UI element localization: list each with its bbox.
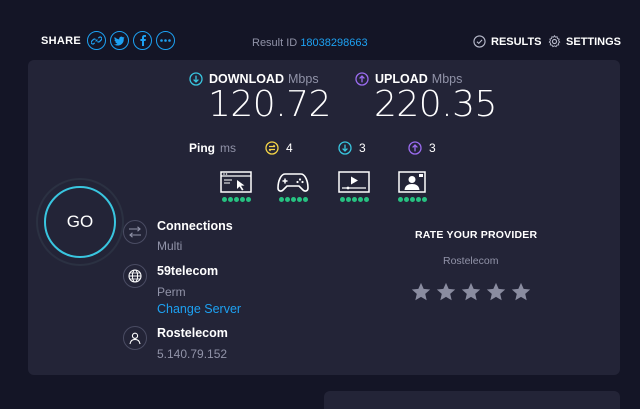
twitter-icon[interactable] xyxy=(110,31,130,50)
share-link-icon[interactable] xyxy=(87,31,107,50)
usecase-streaming xyxy=(337,170,371,202)
upload-value: 220.35 xyxy=(374,84,497,125)
user-icon xyxy=(123,326,147,350)
usecase-video-chat xyxy=(395,170,429,202)
gear-icon xyxy=(548,35,561,48)
share-group: SHARE xyxy=(41,31,179,50)
results-label: RESULTS xyxy=(491,35,542,48)
connections-icon[interactable] xyxy=(123,220,147,244)
upload-arrow-icon xyxy=(355,72,369,86)
bottom-panel xyxy=(324,391,620,409)
more-icon[interactable] xyxy=(156,31,176,50)
usecase-browsing xyxy=(219,170,253,202)
ping-idle-icon xyxy=(265,141,279,155)
result-id: Result ID 18038298663 xyxy=(252,37,368,49)
ping-idle-value: 4 xyxy=(286,141,293,155)
star-2-icon[interactable] xyxy=(435,281,457,303)
result-id-link[interactable]: 18038298663 xyxy=(300,37,367,49)
isp-name: Rostelecom xyxy=(157,326,228,340)
server-location: Perm xyxy=(157,285,186,299)
ping-download: 3 xyxy=(338,141,366,155)
browser-icon xyxy=(220,171,252,193)
settings-label: SETTINGS xyxy=(566,35,622,48)
connections-mode: Multi xyxy=(157,239,183,253)
ping-row: Ping ms 4 3 3 xyxy=(0,141,640,157)
star-3-icon[interactable] xyxy=(460,281,482,303)
go-button[interactable]: GO xyxy=(44,186,116,258)
settings-button[interactable]: SETTINGS xyxy=(548,35,621,48)
star-4-icon[interactable] xyxy=(485,281,507,303)
rate-provider-name: Rostelecom xyxy=(443,255,499,267)
check-circle-icon xyxy=(473,35,486,48)
ping-download-value: 3 xyxy=(359,141,366,155)
star-5-icon[interactable] xyxy=(510,281,532,303)
share-label: SHARE xyxy=(41,34,82,47)
top-bar: SHARE Result ID 18038298663 RESULTS SETT… xyxy=(0,0,640,58)
result-id-label: Result ID xyxy=(252,37,298,49)
video-player-icon xyxy=(338,171,370,193)
rating-stars xyxy=(410,281,535,303)
change-server-link[interactable]: Change Server xyxy=(157,302,241,316)
ping-unit: ms xyxy=(220,141,236,155)
go-label: GO xyxy=(66,212,94,231)
isp-ip: 5.140.79.152 xyxy=(157,347,228,361)
ping-label: Ping xyxy=(189,141,215,155)
ping-upload-icon xyxy=(408,141,422,155)
rate-provider-title: RATE YOUR PROVIDER xyxy=(415,229,538,241)
download-value: 120.72 xyxy=(208,84,331,125)
ping-upload-value: 3 xyxy=(429,141,436,155)
ping-download-icon xyxy=(338,141,352,155)
ping-idle: 4 xyxy=(265,141,293,155)
download-arrow-icon xyxy=(189,72,203,86)
star-1-icon[interactable] xyxy=(410,281,432,303)
ping-upload: 3 xyxy=(408,141,436,155)
server-name: 59telecom xyxy=(157,264,219,278)
connections-title: Connections xyxy=(157,219,233,233)
gamepad-icon xyxy=(277,173,309,192)
usecase-gaming xyxy=(276,170,310,202)
facebook-icon[interactable] xyxy=(133,31,153,50)
globe-icon xyxy=(123,264,147,288)
results-button[interactable]: RESULTS xyxy=(473,35,542,48)
video-chat-icon xyxy=(398,171,426,193)
